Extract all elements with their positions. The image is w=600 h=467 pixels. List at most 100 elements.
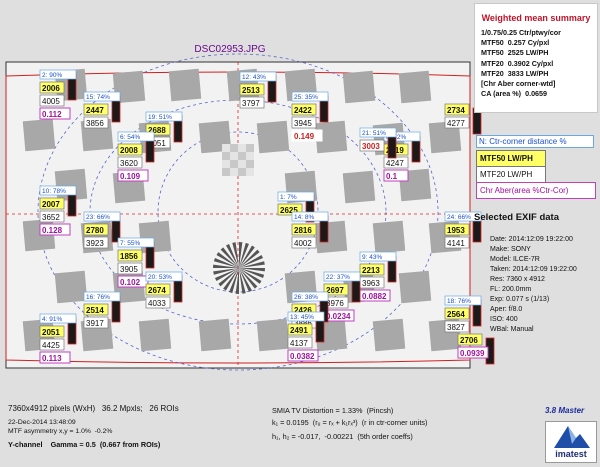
chart-square: [256, 120, 290, 154]
roi-mtf50: 2051: [42, 328, 60, 337]
roi-mtf20: 4425: [42, 341, 60, 350]
roi-mtf50: 2491: [290, 326, 308, 335]
roi-chr-aber: 0.1: [386, 172, 398, 181]
roi-mtf50: 3003: [362, 142, 380, 151]
center-patch: [246, 144, 254, 152]
center-patch: [222, 144, 230, 152]
logo-text: imatest: [555, 449, 587, 459]
roi-chr-aber: 0.0882: [362, 292, 387, 301]
roi-chr-aber: 0.109: [120, 172, 141, 181]
roi-mtf50: 2706: [460, 336, 478, 345]
roi-label-group: 18: 76% 2564 3827: [444, 295, 482, 333]
roi-distance: 14: 8%: [294, 214, 314, 221]
roi-distance: 20: 53%: [148, 274, 172, 281]
exif-row: Res: 7360 x 4912: [490, 276, 545, 283]
roi-mtf20: 3905: [120, 265, 138, 274]
summary-line: 1/0.75/0.25 Ctr/ptwy/cor: [481, 28, 561, 37]
k1-coeff: k₁ = 0.0195 (rᵤ = rₓ + k₁rₓ³) (r in ctr-…: [272, 418, 428, 427]
center-patch: [222, 160, 230, 168]
center-patch: [246, 160, 254, 168]
legend-chr-aber: Chr Aber(area %Ctr-Cor): [476, 182, 596, 199]
weighted-summary-panel: Weighted mean summary 1/0.75/0.25 Ctr/pt…: [474, 3, 598, 113]
roi-distance: 2: 90%: [42, 72, 62, 79]
exif-heading: Selected EXIF data: [474, 212, 560, 223]
roi-chr-aber: 0.149: [294, 132, 315, 141]
roi-chr-aber: 0.0382: [290, 352, 315, 361]
roi-distance: 24: 66%: [447, 214, 471, 221]
roi-mtf20: 3620: [120, 159, 138, 168]
legend-ctr-distance: N: Ctr-corner distance %: [476, 135, 594, 148]
chart-square: [198, 318, 232, 352]
roi-distance: 1: 7%: [280, 194, 297, 201]
h-coeffs: h₁, h₂ = -0.017, -0.00221 (5th order coe…: [272, 432, 413, 441]
imatest-result-window: 2: 90% 2006 4005 0.112 15: 74% 2447 3856 12: 43…: [0, 0, 600, 467]
roi-distance: 23: 66%: [86, 214, 110, 221]
roi-distance: 15: 74%: [86, 94, 110, 101]
roi-distance: 21: 51%: [362, 130, 386, 137]
roi-mtf20: 4141: [447, 239, 465, 248]
roi-chr-aber: 0.102: [120, 278, 141, 287]
exif-row: Make: SONY: [490, 246, 531, 253]
chart-square: [372, 220, 406, 254]
roi-mtf50: 2008: [120, 146, 138, 155]
center-patch: [246, 168, 254, 176]
summary-line: MTF20 3833 LW/PH: [481, 68, 549, 78]
roi-chr-aber: 0.113: [42, 354, 62, 363]
roi-distance: 12: 43%: [242, 74, 266, 81]
chart-square: [256, 318, 290, 352]
chart-square: [372, 318, 406, 352]
summary-line: [Chr Aber corner-wtd]: [481, 79, 556, 89]
exif-row: Exp: 0.077 s (1/13): [490, 296, 550, 303]
roi-mtf20: 3917: [86, 319, 104, 328]
legend-mtf50: MTF50 LW/PH: [476, 150, 546, 167]
roi-mtf50: 2564: [447, 310, 465, 319]
center-patch: [238, 152, 246, 160]
roi-mtf50: 2213: [362, 266, 380, 275]
roi-distance: 13: 45%: [290, 314, 314, 321]
roi-distance: 4: 91%: [42, 316, 62, 323]
roi-mtf50: 2006: [42, 84, 60, 93]
chart-square: [138, 220, 172, 254]
roi-distance: 19: 51%: [148, 114, 172, 121]
center-patch: [222, 152, 230, 160]
roi-mtf20: 4277: [447, 119, 465, 128]
chart-square: [398, 270, 432, 304]
roi-distance: 7: 55%: [120, 240, 140, 247]
roi-chr-aber: 0.0234: [326, 312, 351, 321]
chart-square: [168, 68, 202, 102]
exif-row: Taken: 2014:12:09 19:22:00: [490, 266, 577, 273]
center-patch: [230, 152, 238, 160]
center-patch: [230, 144, 238, 152]
roi-mtf20: 4137: [290, 339, 308, 348]
roi-mtf20: 4005: [42, 97, 60, 106]
roi-mtf50: 2734: [447, 106, 465, 115]
center-patch: [230, 168, 238, 176]
exif-row: Model: ILCE-7R: [490, 256, 540, 263]
roi-mtf20: 4002: [294, 239, 312, 248]
exif-row: Aper: f/8.0: [490, 306, 523, 313]
center-patch: [238, 168, 246, 176]
roi-mtf20: 3976: [326, 299, 344, 308]
chart-square: [138, 318, 172, 352]
chart-square: [342, 170, 376, 204]
summary-line: MTF20 0.3902 Cy/pxl: [481, 58, 554, 68]
roi-chr-aber: 0.112: [42, 110, 62, 119]
center-patch: [246, 152, 254, 160]
roi-mtf50: 2514: [86, 306, 104, 315]
roi-mtf20: 3797: [242, 99, 260, 108]
chart-square: [342, 70, 376, 104]
roi-mtf20: 4247: [386, 159, 404, 168]
version-label: 3.8 Master: [545, 406, 585, 415]
exif-row: Date: 2014:12:09 19:22:00: [490, 236, 573, 243]
legend-mtf20: MTF20 LW/PH: [476, 166, 546, 183]
exif-row: ISO: 400: [490, 316, 518, 323]
roi-distance: 9: 43%: [362, 254, 382, 261]
summary-line: MTF50 2525 LW/PH: [481, 48, 549, 58]
roi-mtf20: 3652: [42, 213, 60, 222]
roi-distance: 25: 35%: [294, 94, 318, 101]
roi-mtf20: 3827: [447, 323, 465, 332]
imatest-logo: imatest: [545, 421, 597, 463]
center-patch: [238, 160, 246, 168]
roi-distance: 18: 76%: [447, 298, 471, 305]
chart-square: [54, 270, 88, 304]
